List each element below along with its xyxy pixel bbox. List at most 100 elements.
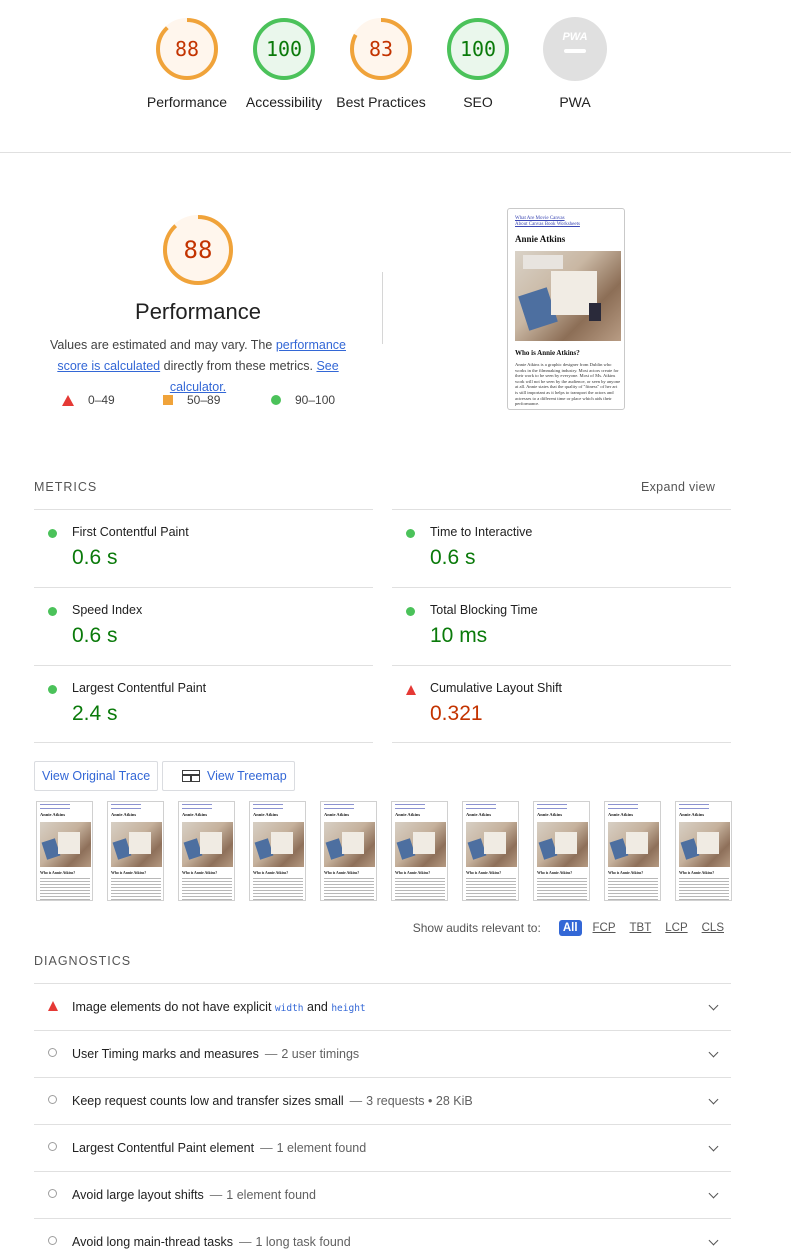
audit-display-value: 1 long task found bbox=[255, 1235, 351, 1249]
audit-title: User Timing marks and measures —2 user ti… bbox=[72, 1047, 360, 1061]
gauge-accessibility-label: Accessibility bbox=[245, 94, 323, 110]
audit-title: Image elements do not have explicit widt… bbox=[72, 1000, 366, 1014]
chevron-down-icon[interactable] bbox=[708, 1141, 719, 1152]
pass-circle-icon bbox=[48, 607, 57, 616]
filter-lcp[interactable]: LCP bbox=[662, 921, 690, 935]
metric-label: Speed Index bbox=[72, 603, 143, 617]
chevron-down-icon[interactable] bbox=[708, 1047, 719, 1058]
fail-triangle-icon bbox=[406, 685, 416, 695]
filter-all[interactable]: All bbox=[558, 920, 582, 936]
square-icon bbox=[163, 395, 173, 405]
metric-si: Speed Index 0.6 s bbox=[34, 587, 373, 665]
audit-layout-shifts[interactable]: Avoid large layout shifts —1 element foun… bbox=[34, 1171, 731, 1218]
view-original-trace-button[interactable]: View Original Trace bbox=[34, 761, 159, 791]
metric-value: 0.6 s bbox=[430, 546, 476, 569]
metric-value: 2.4 s bbox=[72, 702, 118, 725]
final-screenshot[interactable]: What Are Movie Canvas About Canvas Book … bbox=[507, 208, 625, 410]
filmstrip-frame: Annie Atkins Who is Annie Atkins? bbox=[36, 801, 93, 901]
pwa-badge-icon: PWA bbox=[542, 16, 608, 82]
metrics-divider bbox=[392, 742, 731, 743]
fail-triangle-icon bbox=[48, 1001, 58, 1011]
pass-circle-icon bbox=[406, 529, 415, 538]
legend-average: 50–89 bbox=[163, 393, 220, 407]
info-circle-icon bbox=[48, 1095, 57, 1104]
pass-circle-icon bbox=[48, 529, 57, 538]
gauge-best-practices[interactable]: 83 Best Practices bbox=[326, 16, 436, 112]
gauge-accessibility-score: 100 bbox=[265, 37, 303, 61]
gauge-seo-score: 100 bbox=[459, 37, 497, 61]
filmstrip-frame: Annie Atkins Who is Annie Atkins? bbox=[604, 801, 661, 901]
filmstrip: Annie Atkins Who is Annie Atkins? Annie A… bbox=[36, 801, 732, 901]
desc-prefix: Values are estimated and may vary. The bbox=[50, 338, 276, 352]
audit-title: Avoid long main-thread tasks —1 long task… bbox=[72, 1235, 351, 1249]
filmstrip-frame: Annie Atkins Who is Annie Atkins? bbox=[107, 801, 164, 901]
gauge-pwa-label: PWA bbox=[559, 94, 591, 110]
audit-display-value: 1 element found bbox=[276, 1141, 367, 1155]
info-circle-icon bbox=[48, 1048, 57, 1057]
audit-title: Largest Contentful Paint element —1 eleme… bbox=[72, 1141, 367, 1155]
audit-long-tasks[interactable]: Avoid long main-thread tasks —1 long task… bbox=[34, 1218, 731, 1258]
preview-name: Annie Atkins bbox=[515, 234, 566, 244]
audit-lcp-element[interactable]: Largest Contentful Paint element —1 eleme… bbox=[34, 1124, 731, 1171]
audit-user-timings[interactable]: User Timing marks and measures —2 user ti… bbox=[34, 1030, 731, 1077]
filter-tbt[interactable]: TBT bbox=[627, 921, 655, 935]
header-divider bbox=[382, 272, 383, 344]
metric-label: Total Blocking Time bbox=[430, 603, 538, 617]
legend-pass-label: 90–100 bbox=[295, 393, 336, 407]
preview-paragraph: Annie Atkins is a graphic designer from … bbox=[515, 362, 621, 407]
gauge-performance[interactable]: 88 Performance bbox=[132, 16, 242, 112]
desc-mid: directly from these metrics. bbox=[160, 359, 317, 373]
filmstrip-frame: Annie Atkins Who is Annie Atkins? bbox=[320, 801, 377, 901]
metric-lcp: Largest Contentful Paint 2.4 s bbox=[34, 665, 373, 743]
code-width: width bbox=[274, 1003, 304, 1014]
audit-title: Avoid large layout shifts —1 element foun… bbox=[72, 1188, 316, 1202]
metric-tbt: Total Blocking Time 10 ms bbox=[392, 587, 731, 665]
metric-value: 0.6 s bbox=[72, 624, 118, 647]
gauge-best-practices-score: 83 bbox=[368, 37, 394, 61]
gauge-seo[interactable]: 100 SEO bbox=[423, 16, 533, 112]
performance-gauge: 88 bbox=[161, 213, 235, 287]
metric-value: 0.6 s bbox=[72, 546, 118, 569]
view-original-trace-label: View Original Trace bbox=[42, 769, 151, 783]
metric-label: Cumulative Layout Shift bbox=[430, 681, 563, 695]
filter-fcp[interactable]: FCP bbox=[590, 921, 619, 935]
performance-description: Values are estimated and may vary. The p… bbox=[36, 335, 360, 398]
performance-score: 88 bbox=[183, 236, 213, 264]
info-circle-icon bbox=[48, 1236, 57, 1245]
chevron-down-icon[interactable] bbox=[708, 1188, 719, 1199]
gauge-performance-ring: 88 bbox=[154, 16, 220, 82]
gauge-accessibility[interactable]: 100 Accessibility bbox=[229, 16, 339, 112]
pwa-badge-text: PWA bbox=[562, 31, 587, 43]
metric-tti: Time to Interactive 0.6 s bbox=[392, 509, 731, 587]
view-treemap-label: View Treemap bbox=[207, 769, 287, 783]
preview-heading: Who is Annie Atkins? bbox=[515, 349, 580, 357]
metrics-title: METRICS bbox=[34, 480, 98, 494]
filmstrip-frame: Annie Atkins Who is Annie Atkins? bbox=[675, 801, 732, 901]
audit-filter: Show audits relevant to: All FCP TBT LCP… bbox=[413, 920, 727, 936]
triangle-icon bbox=[62, 394, 74, 406]
circle-icon bbox=[271, 395, 281, 405]
audit-filter-label: Show audits relevant to: bbox=[412, 921, 541, 935]
audit-title: Keep request counts low and transfer siz… bbox=[72, 1094, 473, 1108]
filmstrip-frame: Annie Atkins Who is Annie Atkins? bbox=[462, 801, 519, 901]
diagnostics-title: DIAGNOSTICS bbox=[34, 954, 132, 968]
filmstrip-frame: Annie Atkins Who is Annie Atkins? bbox=[533, 801, 590, 901]
view-treemap-button[interactable]: View Treemap bbox=[162, 761, 295, 791]
preview-link-2: About Canvas Book Worksheets bbox=[515, 222, 580, 227]
code-height: height bbox=[331, 1003, 366, 1014]
legend-pass: 90–100 bbox=[271, 393, 335, 407]
pass-circle-icon bbox=[406, 607, 415, 616]
filmstrip-frame: Annie Atkins Who is Annie Atkins? bbox=[178, 801, 235, 901]
expand-view-toggle[interactable]: Expand view bbox=[641, 480, 715, 494]
gauge-pwa[interactable]: PWA PWA bbox=[520, 16, 630, 112]
gauge-accessibility-ring: 100 bbox=[251, 16, 317, 82]
chevron-down-icon[interactable] bbox=[708, 1094, 719, 1105]
metrics-divider bbox=[34, 742, 373, 743]
audit-resource-summary[interactable]: Keep request counts low and transfer siz… bbox=[34, 1077, 731, 1124]
metric-value: 10 ms bbox=[430, 624, 488, 647]
chevron-down-icon[interactable] bbox=[708, 1000, 719, 1011]
audit-unsized-images[interactable]: Image elements do not have explicit widt… bbox=[34, 983, 731, 1030]
metric-label: Time to Interactive bbox=[430, 525, 533, 539]
chevron-down-icon[interactable] bbox=[708, 1235, 719, 1246]
filter-cls[interactable]: CLS bbox=[699, 921, 727, 935]
